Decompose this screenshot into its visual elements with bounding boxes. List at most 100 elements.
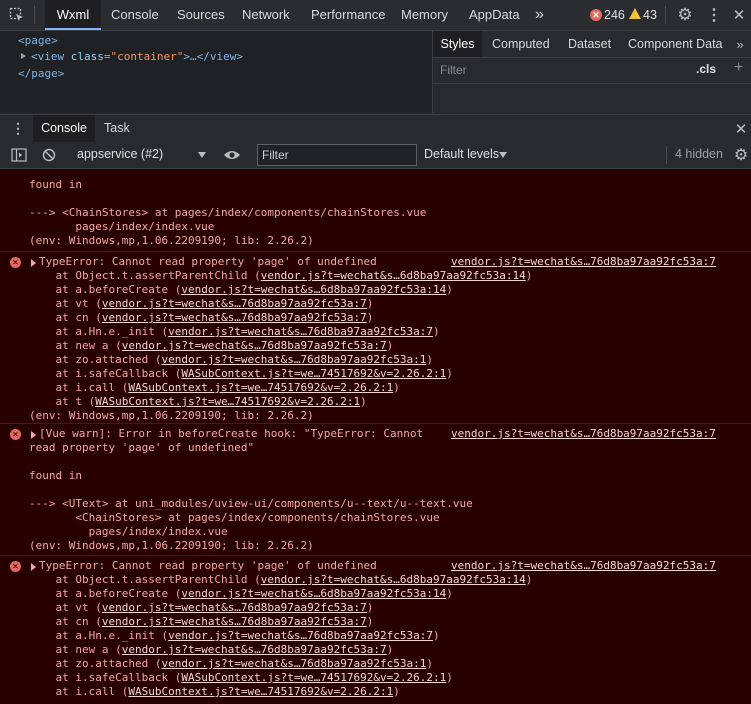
console-filter-input[interactable]: Filter	[257, 144, 417, 166]
expand-arrow-icon[interactable]	[21, 53, 26, 59]
stack-frame-function: at new a (	[29, 339, 122, 352]
stack-frame: at a.beforeCreate (vendor.js?t=wechat&s……	[29, 283, 452, 297]
stack-frame-link[interactable]: vendor.js?t=wechat&s…76d8ba97aa92fc53a:7	[168, 629, 433, 642]
stack-frame-link[interactable]: vendor.js?t=wechat&s…76d8ba97aa92fc53a:7	[102, 311, 367, 324]
tab-console[interactable]: Console	[111, 0, 159, 30]
cls-button[interactable]: .cls	[696, 62, 716, 76]
stack-frame-function: at Object.t.assertParentChild (	[29, 269, 261, 282]
tab-memory[interactable]: Memory	[401, 0, 448, 30]
stack-frame: at vt (vendor.js?t=wechat&s…76d8ba97aa92…	[29, 297, 373, 311]
error-count[interactable]: 246	[604, 8, 625, 22]
console-settings-gear-icon[interactable]: ⚙	[732, 146, 750, 164]
divider	[433, 57, 751, 58]
stack-frame-link[interactable]: WASubContext.js?t=we…74517692&v=2.26.2:1	[95, 395, 360, 408]
stack-frame-link[interactable]: vendor.js?t=wechat&s…76d8ba97aa92fc53a:1	[161, 353, 426, 366]
console-error-message: ✕ TypeError: Cannot read property 'page'…	[0, 251, 751, 424]
styles-filter-input[interactable]: Filter	[440, 63, 467, 77]
stack-frame: at t (WASubContext.js?t=we…74517692&v=2.…	[29, 395, 366, 409]
stack-frame-link[interactable]: vendor.js?t=wechat&s…6d8ba97aa92fc53a:14	[181, 587, 446, 600]
more-tabs-button[interactable]: »	[535, 0, 544, 30]
stack-frame-function: at zo.attached (	[29, 657, 162, 670]
stack-frame-function: at i.safeCallback (	[29, 367, 182, 380]
source-link[interactable]: vendor.js?t=wechat&s…76d8ba97aa92fc53a:7	[451, 427, 716, 441]
stack-frame-link[interactable]: vendor.js?t=wechat&s…76d8ba97aa92fc53a:7	[122, 643, 387, 656]
error-icon: ✕	[10, 429, 21, 440]
stack-frame-function: at a.beforeCreate (	[29, 283, 182, 296]
stack-frame: at i.call (WASubContext.js?t=we…74517692…	[29, 685, 400, 699]
tab-computed[interactable]: Computed	[492, 31, 550, 57]
stack-frame-link[interactable]: vendor.js?t=wechat&s…76d8ba97aa92fc53a:7	[102, 615, 367, 628]
stack-frame-close: )	[366, 615, 374, 628]
tab-wxml[interactable]: Wxml	[45, 0, 101, 30]
log-levels-dropdown[interactable]: Default levels	[424, 147, 499, 161]
error-headline: TypeError: Cannot read property 'page' o…	[39, 255, 377, 268]
tab-network[interactable]: Network	[242, 0, 290, 30]
stack-frame-link[interactable]: vendor.js?t=wechat&s…76d8ba97aa92fc53a:1	[161, 657, 426, 670]
stack-frame-link[interactable]: WASubContext.js?t=we…74517692&v=2.26.2:1	[181, 367, 446, 380]
expand-arrow-icon[interactable]	[31, 431, 36, 439]
settings-gear-icon[interactable]: ⚙	[676, 5, 694, 24]
stack-frame-link[interactable]: WASubContext.js?t=we…74517692&v=2.26.2:1	[128, 381, 393, 394]
console-error-message: ✕ TypeError: Cannot read property 'page'…	[0, 555, 751, 704]
tree-node-view[interactable]: <view class="container">…</view>	[31, 50, 243, 63]
more-tabs-icon[interactable]: »	[733, 36, 747, 52]
more-options-icon[interactable]: ⋮	[705, 6, 723, 24]
stack-frame-link[interactable]: vendor.js?t=wechat&s…6d8ba97aa92fc53a:14	[261, 269, 526, 282]
tab-sources[interactable]: Sources	[177, 0, 225, 30]
tab-dataset[interactable]: Dataset	[568, 31, 611, 57]
live-expression-eye-icon[interactable]	[223, 147, 241, 163]
sidebar-toggle-icon[interactable]	[10, 147, 28, 163]
stack-frame-link[interactable]: vendor.js?t=wechat&s…76d8ba97aa92fc53a:7	[168, 325, 433, 338]
console-output: found in ---> <ChainStores> at pages/ind…	[0, 169, 751, 704]
tab-component-data[interactable]: Component Data	[628, 31, 723, 57]
drawer-menu-icon[interactable]: ⋮	[10, 120, 26, 136]
context-selector[interactable]: appservice (#2)	[77, 147, 163, 161]
tab-performance[interactable]: Performance	[311, 0, 385, 30]
drawer-tab-task[interactable]: Task	[104, 115, 130, 142]
message-text: (env: Windows,mp,1.06.2209190; lib: 2.26…	[29, 409, 314, 422]
expand-arrow-icon[interactable]	[31, 563, 36, 571]
tab-styles[interactable]: Styles	[433, 31, 482, 57]
attr-value: "container"	[110, 50, 184, 63]
stack-frame-close: )	[525, 573, 533, 586]
view-tag-close: >…</view>	[183, 50, 243, 63]
stack-frame-link[interactable]: vendor.js?t=wechat&s…76d8ba97aa92fc53a:7	[102, 297, 367, 310]
stack-frame: at cn (vendor.js?t=wechat&s…76d8ba97aa92…	[29, 311, 373, 325]
stack-frame-link[interactable]: vendor.js?t=wechat&s…76d8ba97aa92fc53a:7	[102, 601, 367, 614]
stack-frame: at i.safeCallback (WASubContext.js?t=we……	[29, 367, 452, 381]
filter-placeholder: Filter	[262, 148, 289, 162]
tree-node-page-close[interactable]: </page>	[18, 67, 64, 80]
view-tag: <view	[31, 50, 65, 63]
add-rule-button[interactable]: +	[734, 59, 743, 77]
stack-frame-link[interactable]: vendor.js?t=wechat&s…76d8ba97aa92fc53a:7	[122, 339, 387, 352]
tree-node-page-open[interactable]: <page>	[18, 34, 58, 47]
stack-frame-link[interactable]: vendor.js?t=wechat&s…6d8ba97aa92fc53a:14	[261, 573, 526, 586]
source-link[interactable]: vendor.js?t=wechat&s…76d8ba97aa92fc53a:7	[451, 559, 716, 573]
attr-equals: =	[103, 50, 111, 63]
message-text: (env: Windows,mp,1.06.2209190; lib: 2.26…	[29, 234, 314, 247]
close-drawer-icon[interactable]: ✕	[733, 121, 749, 138]
tab-appdata[interactable]: AppData	[469, 0, 520, 30]
warning-count[interactable]: 43	[643, 8, 657, 22]
stack-frame-link[interactable]: WASubContext.js?t=we…74517692&v=2.26.2:1	[181, 671, 446, 684]
stack-frame-link[interactable]: vendor.js?t=wechat&s…6d8ba97aa92fc53a:14	[181, 283, 446, 296]
message-text: found in	[29, 469, 82, 482]
error-icon: ✕	[590, 9, 602, 21]
clear-console-icon[interactable]	[41, 147, 57, 163]
error-headline: TypeError: Cannot read property 'page' o…	[39, 559, 377, 572]
warning-icon	[629, 8, 641, 19]
dropdown-arrow-icon[interactable]	[198, 152, 206, 158]
inspect-element-icon[interactable]	[8, 6, 26, 24]
source-link[interactable]: vendor.js?t=wechat&s…76d8ba97aa92fc53a:7	[451, 255, 716, 269]
error-headline: [Vue warn]: Error in beforeCreate hook: …	[39, 427, 424, 440]
stack-frame-close: )	[393, 685, 400, 698]
stack-frame-function: at i.safeCallback (	[29, 671, 182, 684]
close-icon[interactable]: ✕	[730, 6, 748, 24]
stack-frame-link[interactable]: WASubContext.js?t=we…74517692&v=2.26.2:1	[128, 685, 393, 698]
expand-arrow-icon[interactable]	[31, 259, 36, 267]
dropdown-arrow-icon[interactable]	[499, 152, 507, 158]
divider	[433, 83, 751, 84]
stack-frame-function: at i.call (	[29, 381, 129, 394]
drawer-tab-console[interactable]: Console	[33, 115, 95, 142]
stack-frame-function: at a.Hn.e._init (	[29, 629, 169, 642]
